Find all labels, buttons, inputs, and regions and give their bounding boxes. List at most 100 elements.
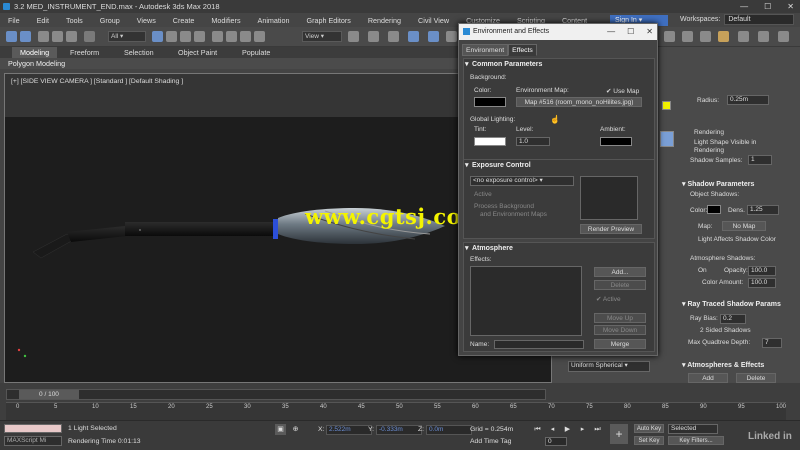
maxscript-listener-input[interactable] [4, 424, 62, 433]
move-icon[interactable] [212, 31, 223, 42]
exposure-control-heading[interactable]: Exposure Control [464, 160, 654, 171]
tint-color-swatch[interactable] [474, 137, 506, 146]
tab-environment[interactable]: Environment [462, 44, 509, 56]
current-frame-field[interactable]: 0 [545, 437, 567, 446]
atmo-on-checkbox[interactable]: On [698, 267, 707, 274]
isolate-selection-icon[interactable]: ▣ [275, 424, 286, 435]
dens-spinner[interactable]: 1.25 [747, 205, 779, 215]
y-coord-field[interactable]: -0.333m [376, 425, 422, 435]
menu-edit[interactable]: Edit [29, 16, 58, 25]
minimize-button[interactable]: — [740, 0, 748, 13]
shadow-samples-spinner[interactable]: 1 [748, 155, 772, 165]
angle-snap-icon[interactable] [428, 31, 439, 42]
light-shape-dropdown[interactable]: Uniform Spherical ▾ [568, 361, 650, 372]
maxscript-mini-listener[interactable]: MAXScript Mi [4, 436, 62, 446]
add-time-tag[interactable]: Add Time Tag [470, 438, 511, 445]
go-to-end-icon[interactable]: ⏭ [592, 424, 603, 435]
tab-freeform[interactable]: Freeform [70, 47, 99, 58]
atmo-add-button[interactable]: Add [688, 373, 728, 383]
level-spinner[interactable]: 1.0 [516, 137, 550, 146]
select-object-icon[interactable] [152, 31, 163, 42]
tab-populate[interactable]: Populate [242, 47, 270, 58]
dialog-close-button[interactable]: ✕ [646, 24, 653, 40]
menu-group[interactable]: Group [92, 16, 129, 25]
render-setup-icon[interactable] [682, 31, 693, 42]
render-icon[interactable] [718, 31, 729, 42]
workspaces-dropdown[interactable]: Default [724, 14, 795, 25]
keyboard-shortcut-icon[interactable] [388, 31, 399, 42]
play-icon[interactable]: ▶ [562, 424, 573, 435]
project-folder-icon[interactable] [778, 31, 789, 42]
delete-effect-button[interactable]: Delete [594, 280, 646, 290]
reference-coord-dropdown[interactable]: View ▾ [302, 31, 342, 42]
time-slider-thumb[interactable]: 0 / 100 [19, 390, 79, 399]
window-crossing-icon[interactable] [194, 31, 205, 42]
ribbon-subpanel[interactable]: Polygon Modeling [0, 58, 460, 69]
effects-list[interactable] [470, 266, 582, 336]
bg-color-swatch[interactable] [474, 97, 506, 107]
go-to-start-icon[interactable]: ⏮ [532, 424, 543, 435]
render-preview-button[interactable]: Render Preview [580, 224, 642, 234]
a360-icon[interactable] [758, 31, 769, 42]
tab-object-paint[interactable]: Object Paint [178, 47, 217, 58]
map-label[interactable]: Map: [698, 223, 712, 230]
menu-file[interactable]: File [0, 16, 29, 25]
max-quadtree-spinner[interactable]: 7 [762, 338, 782, 348]
x-coord-field[interactable]: 2.522m [326, 425, 372, 435]
exposure-active-checkbox[interactable]: Active [474, 191, 492, 198]
atmo-delete-button[interactable]: Delete [736, 373, 776, 383]
two-sided-shadows-checkbox[interactable]: 2 Sided Shadows [700, 327, 751, 334]
dialog-title-bar[interactable]: Environment and Effects — ☐ ✕ [459, 24, 657, 40]
unlink-icon[interactable] [52, 31, 63, 42]
menu-rendering[interactable]: Rendering [360, 16, 410, 25]
next-frame-icon[interactable]: ▸ [577, 424, 588, 435]
menu-create[interactable]: Create [165, 16, 204, 25]
link-icon[interactable] [38, 31, 49, 42]
tab-effects[interactable]: Effects [508, 44, 537, 56]
tab-selection[interactable]: Selection [124, 47, 154, 58]
light-affects-shadow-color[interactable]: Light Affects Shadow Color [698, 236, 776, 243]
close-button[interactable]: ✕ [787, 0, 794, 13]
no-map-button[interactable]: No Map [722, 221, 766, 231]
light-shape-visible-label[interactable]: Light Shape Visible in Rendering [694, 139, 784, 155]
auto-key-button[interactable]: Auto Key [634, 424, 664, 433]
tab-modeling[interactable]: Modeling [12, 47, 58, 58]
radius-spinner[interactable]: 0.25m [727, 95, 769, 105]
z-coord-field[interactable]: 0.0m [426, 425, 472, 435]
add-effect-button[interactable]: Add... [594, 267, 646, 277]
exposure-type-dropdown[interactable]: <no exposure control> ▾ [470, 176, 574, 186]
pivot-icon[interactable] [348, 31, 359, 42]
effect-name-input[interactable] [494, 340, 584, 349]
selection-filter[interactable]: All ▾ [108, 31, 146, 42]
menu-views[interactable]: Views [129, 16, 165, 25]
move-up-button[interactable]: Move Up [594, 313, 646, 323]
common-parameters-heading[interactable]: Common Parameters [464, 59, 654, 70]
ray-traced-heading[interactable]: ▾ Ray Traced Shadow Params [682, 300, 781, 308]
placement-icon[interactable] [254, 31, 265, 42]
region-icon[interactable] [180, 31, 191, 42]
track-bar[interactable]: 0 5 10 15 20 25 30 35 40 45 50 55 60 65 70 75 80 85 90 95 10… [6, 402, 786, 422]
process-background-checkbox[interactable]: Process Background [474, 203, 534, 210]
menu-civil-view[interactable]: Civil View [410, 16, 458, 25]
key-filters-button[interactable]: Key Filters... [668, 436, 724, 445]
time-slider[interactable]: 0 / 100 [6, 389, 546, 400]
menu-modifiers[interactable]: Modifiers [203, 16, 249, 25]
material-editor-icon[interactable] [664, 31, 675, 42]
ray-bias-spinner[interactable]: 0.2 [720, 314, 746, 324]
yellow-swatch[interactable] [662, 101, 671, 110]
previous-frame-icon[interactable]: ◂ [547, 424, 558, 435]
shadow-color-swatch[interactable] [707, 205, 721, 214]
snaps-icon[interactable] [408, 31, 419, 42]
maximize-button[interactable]: ☐ [764, 0, 771, 13]
atmosphere-heading[interactable]: Atmosphere [464, 243, 654, 254]
rendered-frame-icon[interactable] [700, 31, 711, 42]
set-key-button[interactable]: Set Key [634, 436, 664, 445]
environment-map-button[interactable]: Map #516 (room_mono_noHilites.jpg) [516, 97, 642, 107]
render-cloud-icon[interactable] [738, 31, 749, 42]
key-mode-dropdown[interactable]: Selected [668, 424, 718, 434]
rotate-icon[interactable] [226, 31, 237, 42]
atmospheres-effects-heading[interactable]: ▾ Atmospheres & Effects [682, 361, 764, 369]
select-icon[interactable] [84, 31, 95, 42]
scale-icon[interactable] [240, 31, 251, 42]
bind-icon[interactable] [66, 31, 77, 42]
